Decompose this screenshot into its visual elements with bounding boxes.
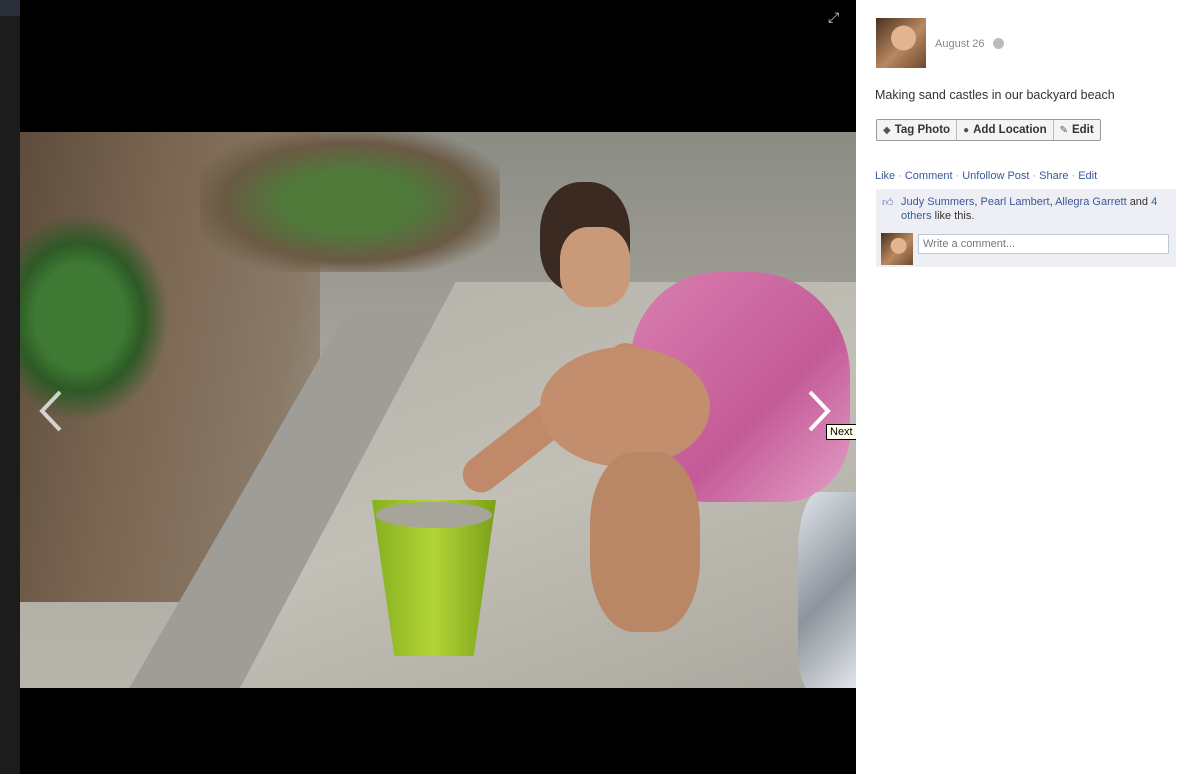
- globe-icon[interactable]: [993, 38, 1004, 49]
- post-links: Like · Comment · Unfollow Post · Share · Edit: [875, 170, 1097, 182]
- girl-lower-legs: [590, 452, 700, 632]
- and-text: and: [1129, 196, 1149, 208]
- like-link[interactable]: Like: [875, 170, 895, 182]
- next-tooltip: Next: [826, 424, 856, 440]
- photo-action-bar: ◆ Tag Photo ● Add Location ✎ Edit: [876, 119, 1101, 141]
- unfollow-post-link[interactable]: Unfollow Post: [962, 170, 1029, 182]
- add-location-button[interactable]: ● Add Location: [957, 120, 1054, 140]
- left-rail-top: [0, 0, 20, 16]
- separator: ·: [898, 170, 902, 182]
- author-avatar[interactable]: [876, 18, 926, 68]
- share-link[interactable]: Share: [1039, 170, 1068, 182]
- photo[interactable]: [20, 132, 856, 688]
- post-date[interactable]: August 26: [935, 38, 985, 50]
- post-sidebar: August 26 Making sand castles in our bac…: [856, 0, 1177, 774]
- chevron-left-icon[interactable]: [36, 388, 66, 434]
- separator: ·: [1032, 170, 1037, 182]
- liker-name[interactable]: Pearl Lambert: [980, 196, 1049, 208]
- edit-button[interactable]: ✎ Edit: [1054, 120, 1100, 140]
- photo-viewer: ⤢ Next: [20, 0, 856, 774]
- comma: ,: [974, 196, 978, 208]
- expand-icon[interactable]: ⤢: [828, 10, 842, 24]
- edit-link[interactable]: Edit: [1078, 170, 1097, 182]
- pencil-icon: ✎: [1059, 124, 1068, 136]
- others-link[interactable]: others: [901, 210, 932, 222]
- comment-input[interactable]: Write a comment...: [918, 234, 1169, 254]
- foil-object: [798, 492, 856, 688]
- girl-face: [560, 227, 630, 307]
- likes-summary: Judy Summers, Pearl Lambert, Allegra Gar…: [901, 195, 1166, 223]
- tag-photo-button[interactable]: ◆ Tag Photo: [877, 120, 958, 140]
- commenter-avatar: [881, 233, 913, 265]
- edit-label: Edit: [1071, 124, 1094, 136]
- liker-name[interactable]: Allegra Garrett: [1055, 196, 1127, 208]
- location-pin-icon: ●: [963, 124, 970, 136]
- thumbs-up-icon: 👍︎: [882, 197, 894, 209]
- left-rail: [0, 0, 20, 774]
- tag-icon: ◆: [883, 124, 891, 136]
- girl-legs: [540, 347, 710, 467]
- potted-plants: [200, 132, 500, 272]
- tag-photo-label: Tag Photo: [894, 124, 951, 136]
- separator: ·: [1071, 170, 1076, 182]
- likes-box: 👍︎ Judy Summers, Pearl Lambert, Allegra …: [876, 189, 1176, 267]
- add-location-label: Add Location: [973, 124, 1047, 136]
- bucket-sand: [376, 502, 492, 528]
- liker-name[interactable]: Judy Summers: [901, 196, 974, 208]
- comment-link[interactable]: Comment: [905, 170, 953, 182]
- comma: ,: [1049, 196, 1053, 208]
- others-count-link[interactable]: 4: [1151, 196, 1157, 208]
- post-caption: Making sand castles in our backyard beac…: [875, 88, 1115, 102]
- likes-suffix: like this.: [934, 210, 975, 222]
- separator: ·: [955, 170, 960, 182]
